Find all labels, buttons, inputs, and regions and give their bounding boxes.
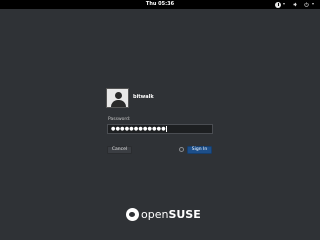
- clock[interactable]: Thu 05:36: [0, 0, 320, 9]
- logo-text-open: open: [141, 208, 169, 221]
- logo-text-suse: SUSE: [168, 208, 201, 221]
- sign-in-button[interactable]: Sign In: [187, 146, 212, 154]
- avatar: [106, 88, 129, 108]
- password-field[interactable]: ●●●●●●●●●●●●: [107, 124, 213, 134]
- top-bar: Thu 05:36: [0, 0, 320, 9]
- text-caret: [166, 125, 168, 132]
- volume-icon[interactable]: [293, 2, 298, 7]
- accessibility-icon[interactable]: [275, 1, 281, 8]
- spinner-icon: [179, 147, 184, 152]
- chameleon-icon: [126, 208, 139, 221]
- cancel-button[interactable]: Cancel: [107, 146, 132, 154]
- username-label: bitwalk: [133, 94, 154, 100]
- password-value: ●●●●●●●●●●●●: [111, 126, 166, 132]
- user-icon: [115, 92, 122, 99]
- chevron-down-icon[interactable]: [312, 3, 314, 5]
- power-icon[interactable]: [304, 2, 309, 7]
- chevron-down-icon[interactable]: [283, 3, 285, 5]
- password-label: Password:: [108, 117, 131, 122]
